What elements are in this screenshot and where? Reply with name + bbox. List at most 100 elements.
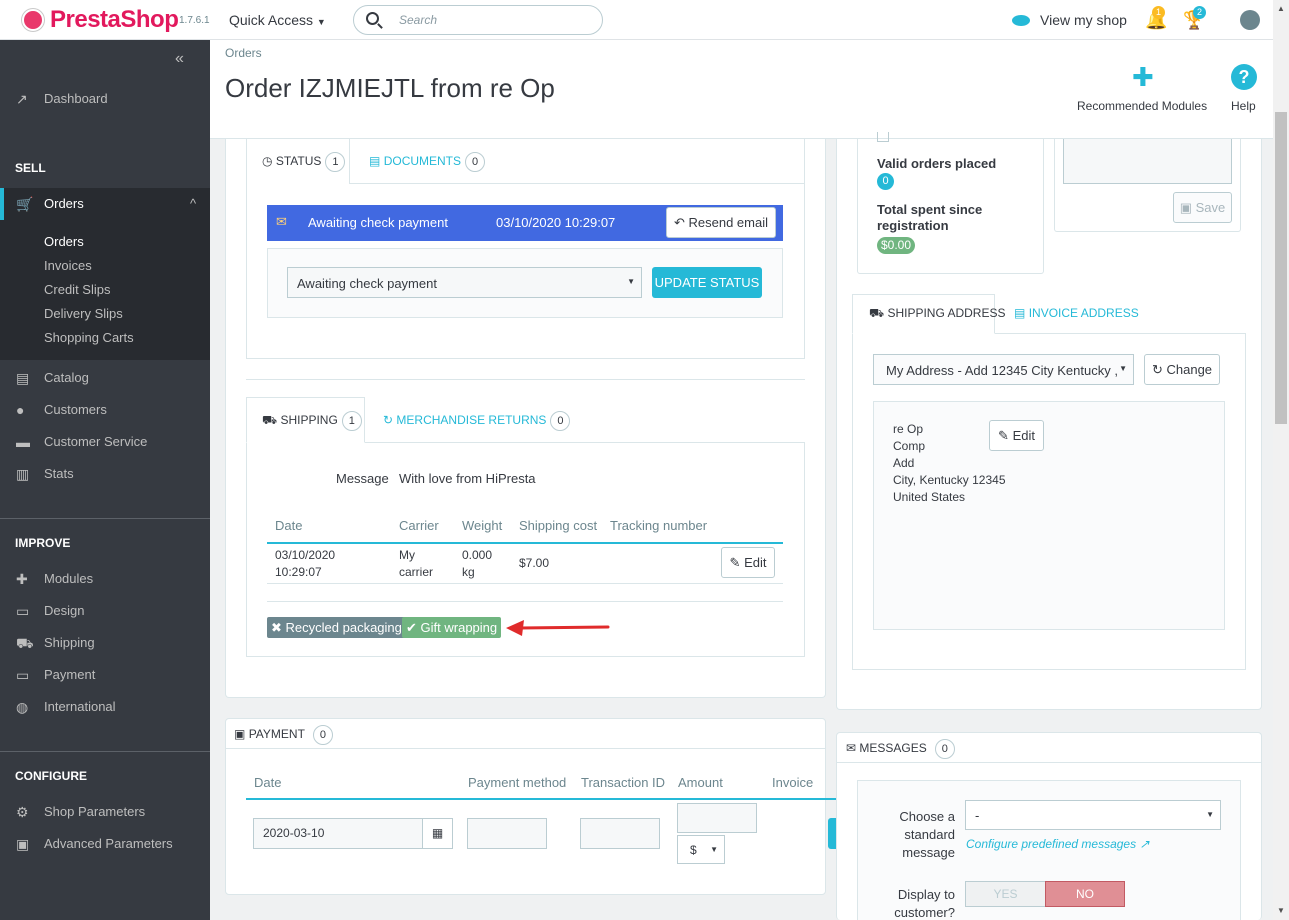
- tab-status-label[interactable]: ◷ STATUS 1: [262, 152, 346, 172]
- badge-label: Gift wrapping: [420, 620, 498, 635]
- column-header: Amount: [678, 775, 723, 790]
- submenu-delivery-slips[interactable]: Delivery Slips: [44, 306, 123, 321]
- no-toggle[interactable]: NO: [1045, 881, 1125, 907]
- save-note-button[interactable]: ▣ Save: [1173, 192, 1232, 223]
- sidebar-item-label: Customers: [44, 402, 107, 417]
- help-button[interactable]: Help: [1231, 99, 1256, 113]
- count-badge: 1: [341, 411, 362, 431]
- sidebar-item-label: Catalog: [44, 370, 89, 385]
- payment-method-input[interactable]: [467, 818, 547, 849]
- resend-email-button[interactable]: ↶ Resend email: [666, 207, 776, 238]
- configure-messages-link[interactable]: Configure predefined messages ↗: [966, 837, 1150, 851]
- sidebar-item-label: International: [44, 699, 116, 714]
- select-value: Awaiting check payment: [297, 276, 437, 291]
- carrier-line: My: [399, 548, 415, 562]
- count-badge: 0: [934, 739, 955, 759]
- submenu-invoices[interactable]: Invoices: [44, 258, 92, 273]
- private-note-textarea[interactable]: [1063, 139, 1232, 184]
- current-status: Awaiting check payment: [308, 215, 448, 230]
- display-to-customer-label: Display to customer?: [878, 886, 955, 920]
- update-status-button[interactable]: UPDATE STATUS: [652, 267, 762, 298]
- time-line: 10:29:07: [275, 565, 322, 579]
- tab-label: SHIPPING ADDRESS: [887, 306, 1006, 320]
- address-line: City, Kentucky 12345: [893, 473, 1006, 487]
- payment-date-input[interactable]: 2020-03-10: [253, 818, 423, 849]
- column-header: Date: [254, 775, 282, 790]
- tab-label: DOCUMENTS: [383, 154, 462, 168]
- scroll-up-icon[interactable]: ▲: [1277, 4, 1285, 13]
- tab-merchandise-returns[interactable]: ↻ MERCHANDISE RETURNS 0: [383, 411, 571, 431]
- calendar-icon[interactable]: ▦: [422, 818, 453, 849]
- help-icon[interactable]: ?: [1231, 64, 1257, 90]
- column-header: Invoice: [772, 775, 814, 790]
- floppy-icon: ▣: [1179, 200, 1193, 215]
- currency-select[interactable]: $ ▼: [677, 835, 725, 864]
- address-select[interactable]: My Address - Add 12345 City Kentucky , ▼: [873, 354, 1134, 385]
- valid-orders-label: Valid orders placed: [877, 156, 997, 171]
- scroll-down-icon[interactable]: ▼: [1277, 906, 1285, 915]
- checkbox[interactable]: [877, 132, 889, 142]
- select-value: My Address - Add 12345 City Kentucky ,: [886, 363, 1118, 378]
- badge-label: Recycled packaging: [285, 620, 402, 635]
- submenu-shopping-carts[interactable]: Shopping Carts: [44, 330, 134, 345]
- status-select[interactable]: Awaiting check payment ▼: [287, 267, 642, 298]
- transaction-id-input[interactable]: [580, 818, 660, 849]
- payment-title: ▣ PAYMENT 0: [234, 725, 333, 745]
- user-avatar-icon[interactable]: [1240, 10, 1260, 30]
- version-label: 1.7.6.1: [179, 15, 210, 26]
- column-header: Carrier: [399, 518, 439, 533]
- button-label: Save: [1195, 200, 1226, 215]
- count-badge: 0: [312, 725, 333, 745]
- sidebar-item-label: Modules: [44, 571, 94, 586]
- label-line: Choose a: [899, 809, 955, 824]
- submenu-credit-slips[interactable]: Credit Slips: [44, 282, 110, 297]
- submenu-orders[interactable]: Orders: [44, 234, 84, 249]
- button-label: Change: [1166, 362, 1213, 377]
- recommended-modules-button[interactable]: Recommended Modules: [1077, 99, 1207, 113]
- label-line: Display to: [897, 887, 955, 902]
- column-header: Weight: [462, 518, 503, 533]
- view-shop-label: View my shop: [1040, 12, 1127, 28]
- search-icon[interactable]: [366, 12, 379, 25]
- prestashop-logo-icon[interactable]: [22, 9, 44, 31]
- truck-icon: ⛟: [869, 306, 885, 320]
- refresh-icon: ↻: [1151, 362, 1163, 377]
- sidebar-item-label: Dashboard: [44, 91, 108, 106]
- panel-title: PAYMENT: [248, 727, 305, 741]
- clock-icon: ◷: [262, 154, 273, 168]
- puzzle-icon: ✚: [16, 571, 28, 587]
- gift-wrapping-badge: ✔ Gift wrapping: [402, 617, 502, 638]
- trend-icon: ↗: [16, 91, 28, 107]
- section-sell: SELL: [15, 161, 46, 175]
- tab-shipping-address-label[interactable]: ⛟ SHIPPING ADDRESS: [869, 306, 1005, 322]
- search-input[interactable]: Search: [399, 13, 437, 27]
- button-label: Edit: [744, 555, 767, 570]
- edit-address-button[interactable]: ✎ Edit: [989, 420, 1044, 451]
- brand-name[interactable]: PrestaShop: [50, 6, 179, 34]
- tab-label: MERCHANDISE RETURNS: [396, 413, 547, 427]
- basket-icon: 🛒: [16, 196, 34, 212]
- collapse-sidebar-icon[interactable]: «: [175, 50, 184, 68]
- active-indicator: [0, 188, 4, 220]
- yes-toggle[interactable]: YES: [965, 881, 1046, 907]
- puzzle-icon[interactable]: ✚: [1132, 62, 1154, 93]
- tab-invoice-address[interactable]: ▤ INVOICE ADDRESS: [1014, 306, 1139, 320]
- breadcrumb[interactable]: Orders: [225, 46, 262, 60]
- tab-shipping-label[interactable]: ⛟ SHIPPING 1: [262, 411, 362, 431]
- tab-documents[interactable]: ▤ DOCUMENTS 0: [369, 152, 486, 172]
- scrollbar-thumb[interactable]: [1275, 112, 1287, 424]
- message-label: Message: [336, 471, 389, 486]
- add-payment-button[interactable]: [828, 818, 836, 849]
- quick-access-label: Quick Access: [229, 12, 314, 28]
- change-address-button[interactable]: ↻ Change: [1144, 354, 1220, 385]
- panel-title: MESSAGES: [859, 741, 927, 755]
- truck-icon: ⛟: [16, 635, 34, 651]
- amount-input[interactable]: [677, 803, 757, 833]
- view-shop-link[interactable]: View my shop: [1012, 12, 1127, 28]
- search-box[interactable]: Search: [353, 5, 603, 35]
- chevron-up-icon[interactable]: ^: [190, 196, 196, 211]
- edit-shipping-button[interactable]: ✎ Edit: [721, 547, 775, 578]
- quick-access-button[interactable]: Quick Access ▼: [229, 12, 326, 28]
- predefined-message-select[interactable]: - ▼: [965, 800, 1221, 830]
- label-line: message: [902, 845, 955, 860]
